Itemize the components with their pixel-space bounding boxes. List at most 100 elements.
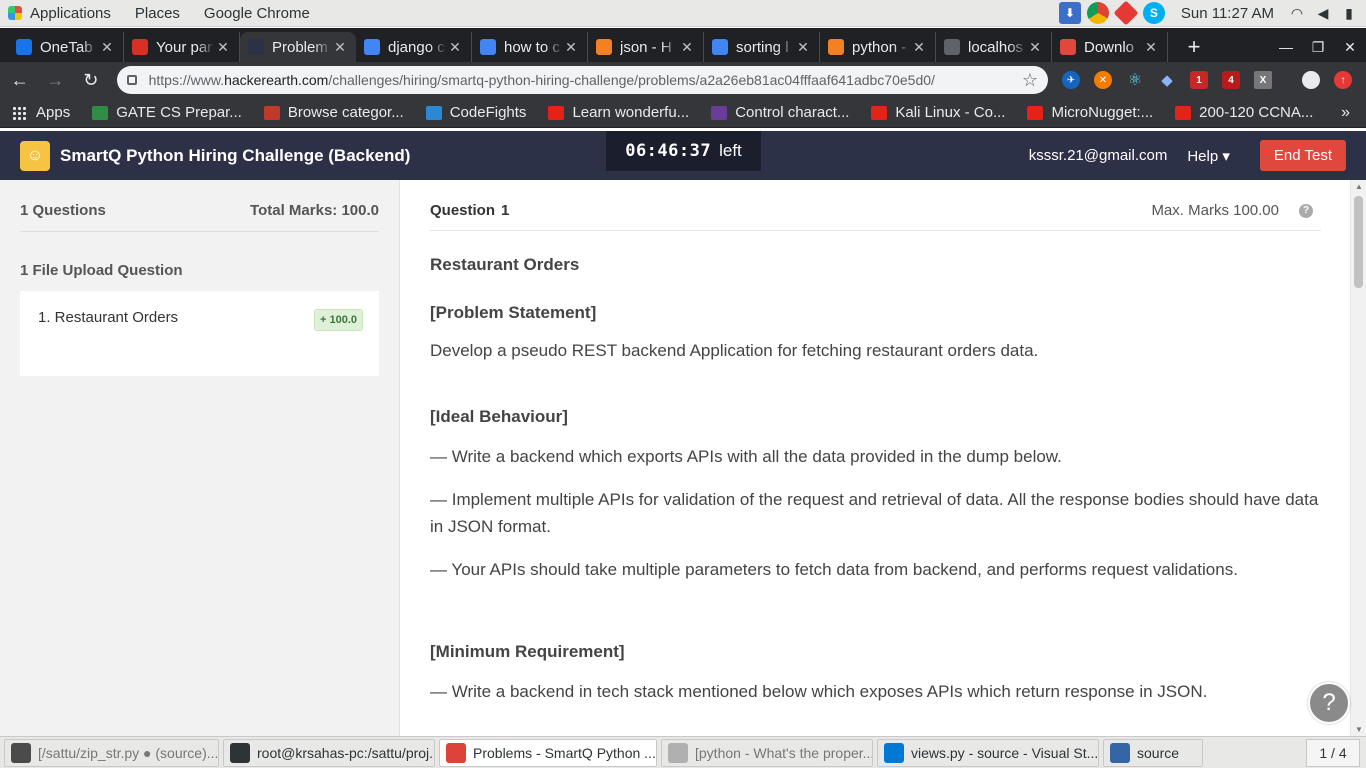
section-heading: 1 File Upload Question [20,262,183,279]
browser-tab[interactable]: Problem ✕ [240,32,356,62]
tab-close-icon[interactable]: ✕ [99,39,115,56]
user-email[interactable]: ksssr.21@gmail.com [1029,147,1168,164]
applications-menu[interactable]: Applications [0,5,123,22]
gnome-apps-icon [8,6,22,20]
volume-icon[interactable]: ◀ [1314,5,1332,21]
taskbar-window[interactable]: [python - What's the proper... [661,738,873,767]
onetab-icon[interactable]: ◆ [1158,71,1176,89]
bookmark-item[interactable]: MicroNugget:... [1027,104,1153,121]
stackoverflow-icon [828,39,844,55]
bookmarks-overflow-icon[interactable]: » [1341,104,1350,122]
profile-avatar[interactable] [1302,71,1320,89]
tab-close-icon[interactable]: ✕ [332,39,348,56]
taskbar-window[interactable]: root@krsahas-pc:/sattu/proj... [223,738,435,767]
bookmark-label: CodeFights [449,104,527,121]
bookmark-item[interactable]: Learn wonderfu... [548,104,689,121]
page-scrollbar[interactable]: ▲ ▼ [1350,180,1366,736]
active-app-menu[interactable]: Google Chrome [192,5,322,22]
ideal-behaviour-item: — Write a backend which exports APIs wit… [430,447,1062,466]
end-test-button[interactable]: End Test [1259,140,1346,171]
minimize-icon[interactable]: — [1270,39,1302,55]
maximize-icon[interactable]: ❐ [1302,39,1334,56]
browser-tab[interactable]: json - H ✕ [588,32,704,62]
browser-tab[interactable]: Downlo ✕ [1052,32,1168,62]
tab-title: sorting l [736,38,789,56]
questions-count: 1 Questions [20,202,106,219]
bookmark-item[interactable]: Apps [12,104,70,121]
browser-tab[interactable]: OneTab ✕ [8,32,124,62]
browser-tab[interactable]: localhos ✕ [936,32,1052,62]
taskbar-window[interactable]: [/sattu/zip_str.py ● (source)... [4,738,219,767]
scroll-down-icon[interactable]: ▼ [1355,725,1363,734]
bookmark-item[interactable]: CodeFights [425,104,527,121]
scroll-thumb[interactable] [1354,196,1363,288]
problem-statement-text: Develop a pseudo REST backend Applicatio… [430,341,1039,360]
question-list-item[interactable]: 1. Restaurant Orders + 100.0 [20,291,379,376]
browser-tab[interactable]: sorting l ✕ [704,32,820,62]
taskbar-window[interactable]: Problems - SmartQ Python ... [439,738,657,767]
tab-close-icon[interactable]: ✕ [911,39,927,56]
terminal-icon [230,742,250,763]
hackerearth-logo-icon[interactable]: ☺ [20,140,50,171]
tab-close-icon[interactable]: ✕ [215,39,231,56]
chrome-icon [446,742,466,763]
codefights-icon [425,105,442,120]
help-dropdown[interactable]: Help ▾ [1187,147,1230,165]
bookmark-star-icon[interactable]: ☆ [1022,70,1038,91]
browser-tab[interactable]: how to c ✕ [472,32,588,62]
question-help-icon[interactable]: ? [1299,203,1313,218]
update-icon[interactable]: ↑ [1334,71,1352,89]
anydesk-tray-icon[interactable] [1113,0,1139,26]
tab-close-icon[interactable]: ✕ [563,39,579,56]
question-header: Question 1 Max. Marks 100.00? [430,202,1321,231]
extension-2-icon[interactable]: ✕ [1094,71,1112,89]
skype-tray-icon[interactable]: S [1142,2,1165,24]
places-menu[interactable]: Places [123,5,192,22]
taskbar-window-label: source [1137,744,1180,761]
reload-button[interactable]: ↻ [75,65,107,95]
taskbar-window[interactable]: source [1103,738,1203,767]
chrome-tray-icon[interactable] [1086,2,1109,24]
extension-1-icon[interactable]: ✈ [1062,71,1080,89]
scroll-up-icon[interactable]: ▲ [1355,182,1363,191]
taskbar-window-label: root@krsahas-pc:/sattu/proj... [257,744,435,761]
browser-tab[interactable]: python - ✕ [820,32,936,62]
battery-icon[interactable]: ▮ [1340,5,1358,21]
browser-tab[interactable]: django c ✕ [356,32,472,62]
back-button[interactable]: ← [4,65,36,95]
bookmark-item[interactable]: 200-120 CCNA... [1175,104,1313,121]
ideal-behaviour-item: — Your APIs should take multiple paramet… [430,560,1238,579]
extension-6-icon[interactable]: 4 [1222,71,1240,89]
wifi-icon[interactable]: ◠ [1288,5,1306,21]
youtube-icon [871,105,888,120]
tab-close-icon[interactable]: ✕ [447,39,463,56]
workspace-pager[interactable]: 1 / 4 [1306,738,1360,767]
globe-icon [944,39,960,55]
floating-help-button[interactable]: ? [1308,682,1350,724]
extension-7-icon[interactable]: X [1254,71,1272,89]
tab-close-icon[interactable]: ✕ [1143,39,1159,56]
ut-icon [711,105,728,120]
tab-close-icon[interactable]: ✕ [795,39,811,56]
tab-close-icon[interactable]: ✕ [1027,39,1043,56]
download-tray-icon[interactable]: ⬇ [1058,2,1081,24]
tab-close-icon[interactable]: ✕ [679,39,695,56]
taskbar-window-label: views.py - source - Visual St... [911,744,1099,761]
new-tab-button[interactable]: + [1178,32,1210,62]
hackerearth-icon [248,39,264,55]
address-bar[interactable]: https://www.hackerearth.com/challenges/h… [116,66,1048,94]
clock[interactable]: Sun 11:27 AM [1181,5,1274,22]
react-devtools-icon[interactable]: ⚛ [1126,71,1144,89]
bookmark-item[interactable]: Browse categor... [263,104,404,121]
close-window-icon[interactable]: ✕ [1334,39,1366,56]
bookmark-item[interactable]: Kali Linux - Co... [871,104,1005,121]
forward-button[interactable]: → [40,65,72,95]
bookmark-item[interactable]: Control charact... [711,104,849,121]
extension-5-icon[interactable]: 1 [1190,71,1208,89]
url-text: https://www.hackerearth.com/challenges/h… [148,72,935,88]
taskbar-window[interactable]: views.py - source - Visual St... [877,738,1099,767]
bookmark-label: Kali Linux - Co... [895,104,1006,121]
bookmark-item[interactable]: GATE CS Prepar... [92,104,242,121]
browser-tab[interactable]: Your par ✕ [124,32,240,62]
chrome-icon [668,742,688,763]
